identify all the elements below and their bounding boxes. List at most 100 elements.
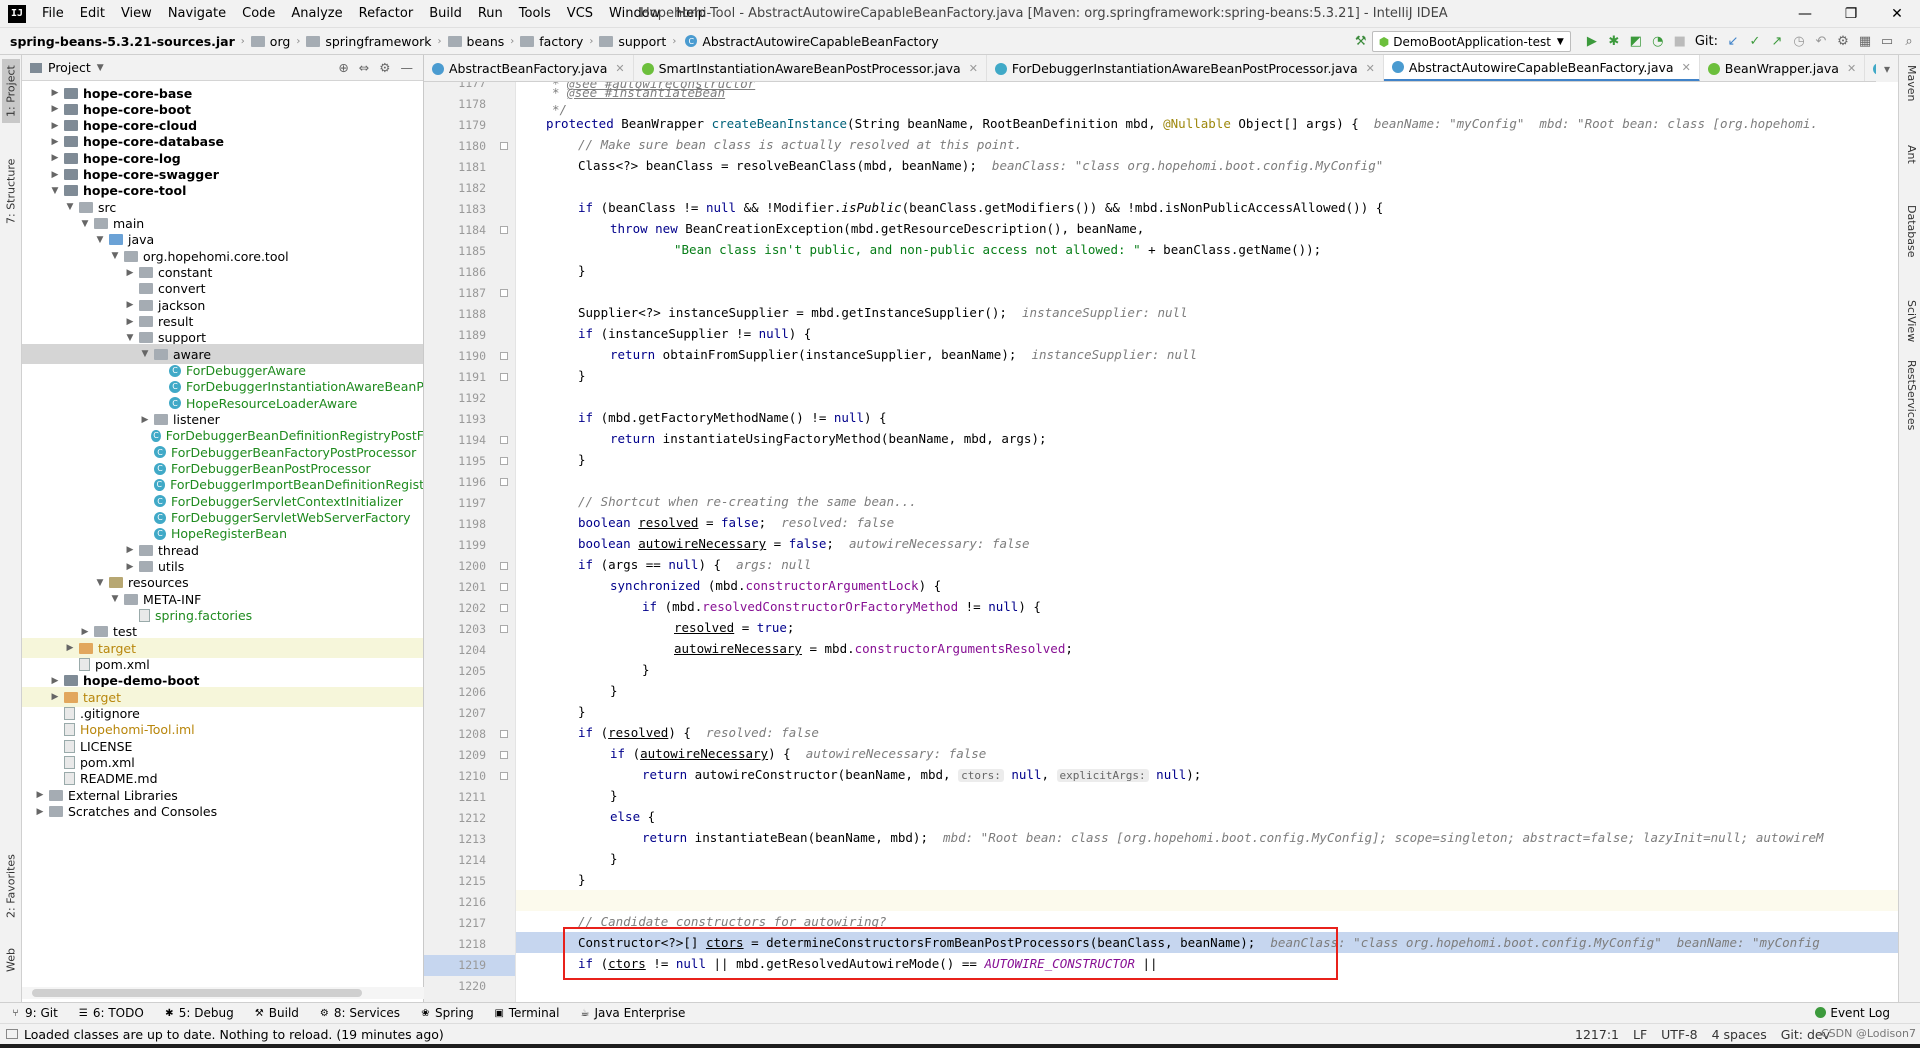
restore-button[interactable]: ❐ [1828, 0, 1874, 28]
line-number[interactable]: 1211 [424, 787, 486, 808]
breadcrumb-item[interactable]: spring-beans-5.3.21-sources.jar [10, 34, 235, 49]
fold-marker-icon[interactable] [500, 478, 508, 486]
collapsed-arrow-icon[interactable]: ▶ [34, 790, 46, 800]
fold-marker-icon[interactable] [500, 436, 508, 444]
collapsed-arrow-icon[interactable]: ▶ [124, 562, 136, 572]
line-number[interactable]: 1209 [424, 745, 486, 766]
fold-marker-icon[interactable] [500, 226, 508, 234]
fold-marker-icon[interactable] [500, 373, 508, 381]
editor-tab[interactable]: AbstractBeanFactory.java ✕ [424, 55, 634, 81]
line-number[interactable]: 1205 [424, 661, 486, 682]
line-number[interactable]: 1180 [424, 136, 486, 157]
line-number[interactable]: 1218 [424, 934, 486, 955]
close-tab-icon[interactable]: ✕ [969, 62, 978, 75]
tab-database[interactable]: Database [1902, 205, 1918, 258]
code-editor[interactable]: * @see #autowireConstructor * @see #inst… [516, 82, 1898, 1002]
line-number[interactable]: 1188 [424, 304, 486, 325]
expanded-arrow-icon[interactable]: ▼ [139, 349, 151, 359]
line-number[interactable]: 1208 [424, 724, 486, 745]
git-commit-icon[interactable]: ✓ [1744, 31, 1766, 53]
hide-panel-icon[interactable]: — [401, 60, 414, 75]
stop-icon[interactable]: ■ [1669, 31, 1691, 53]
tab-structure[interactable]: 7: Structure [2, 151, 20, 231]
breadcrumb-item[interactable]: org [270, 34, 291, 49]
line-number[interactable]: 1216 [424, 892, 486, 913]
debug-icon[interactable]: ✱ [1603, 31, 1625, 53]
settings-icon[interactable]: ⚙ [1832, 31, 1854, 53]
collapsed-arrow-icon[interactable]: ▶ [49, 104, 61, 114]
presentation-icon[interactable]: ▭ [1876, 31, 1898, 53]
line-number[interactable]: 1193 [424, 409, 486, 430]
fold-marker-icon[interactable] [500, 142, 508, 150]
collapsed-arrow-icon[interactable]: ▶ [124, 317, 136, 327]
expanded-arrow-icon[interactable]: ▼ [79, 219, 91, 229]
line-number[interactable]: 1181 [424, 157, 486, 178]
breadcrumb-item[interactable]: factory [539, 34, 583, 49]
close-button[interactable]: ✕ [1874, 0, 1920, 28]
line-number[interactable]: 1219 [424, 955, 486, 976]
line-number[interactable]: 1204 [424, 640, 486, 661]
expanded-arrow-icon[interactable]: ▼ [94, 578, 106, 588]
chevron-down-icon[interactable]: ▼ [97, 63, 104, 73]
fold-marker-icon[interactable] [500, 457, 508, 465]
git-update-icon[interactable]: ↙ [1722, 31, 1744, 53]
line-number[interactable]: 1217 [424, 913, 486, 934]
horizontal-scrollbar[interactable] [22, 987, 424, 999]
collapsed-arrow-icon[interactable]: ▶ [124, 545, 136, 555]
menu-navigate[interactable]: Navigate [160, 6, 234, 21]
tab-maven[interactable]: Maven [1902, 65, 1918, 101]
collapsed-arrow-icon[interactable]: ▶ [34, 807, 46, 817]
expanded-arrow-icon[interactable]: ▼ [124, 333, 136, 343]
bottom-tab[interactable]: ✱ 5: Debug [154, 1006, 244, 1020]
line-number[interactable]: 1177 [424, 82, 486, 94]
project-structure-icon[interactable]: ▦ [1854, 31, 1876, 53]
collapsed-arrow-icon[interactable]: ▶ [139, 415, 151, 425]
bottom-tab[interactable]: ❀ Spring [410, 1006, 484, 1020]
fold-marker-icon[interactable] [500, 772, 508, 780]
menu-edit[interactable]: Edit [72, 6, 113, 21]
minimize-button[interactable]: — [1782, 0, 1828, 28]
close-tab-icon[interactable]: ✕ [1847, 62, 1856, 75]
line-number[interactable]: 1215 [424, 871, 486, 892]
line-number[interactable]: 1207 [424, 703, 486, 724]
line-number[interactable]: 1202 [424, 598, 486, 619]
breadcrumb-item[interactable]: beans [467, 34, 505, 49]
expanded-arrow-icon[interactable]: ▼ [64, 202, 76, 212]
breadcrumb-item[interactable]: support [618, 34, 666, 49]
close-tab-icon[interactable]: ✕ [1682, 61, 1691, 74]
collapse-all-icon[interactable]: ⇔ [359, 60, 369, 75]
menu-file[interactable]: File [34, 6, 72, 21]
line-number[interactable]: 1186 [424, 262, 486, 283]
tab-overflow-icon[interactable]: ▾ [1876, 55, 1898, 82]
collapsed-arrow-icon[interactable]: ▶ [49, 137, 61, 147]
hammer-icon[interactable]: ⚒ [1350, 31, 1372, 53]
bottom-tab[interactable]: ▣ Terminal [484, 1006, 570, 1020]
menu-tools[interactable]: Tools [511, 6, 559, 21]
line-separator[interactable]: LF [1633, 1027, 1647, 1042]
menu-vcs[interactable]: VCS [559, 6, 601, 21]
git-push-icon[interactable]: ↗ [1766, 31, 1788, 53]
menu-view[interactable]: View [113, 6, 160, 21]
line-number[interactable]: 1189 [424, 325, 486, 346]
tab-project[interactable]: 1: Project [2, 59, 20, 123]
menu-analyze[interactable]: Analyze [283, 6, 350, 21]
expanded-arrow-icon[interactable]: ▼ [94, 235, 106, 245]
line-number[interactable]: 1197 [424, 493, 486, 514]
bottom-tab[interactable]: ⚙ 8: Services [309, 1006, 410, 1020]
fold-marker-icon[interactable] [500, 352, 508, 360]
bottom-tab[interactable]: ☰ 6: TODO [68, 1006, 154, 1020]
line-number[interactable]: 1191 [424, 367, 486, 388]
project-view-select[interactable]: Project [48, 60, 91, 75]
expanded-arrow-icon[interactable]: ▼ [109, 594, 121, 604]
collapsed-arrow-icon[interactable]: ▶ [79, 627, 91, 637]
line-number[interactable]: 1183 [424, 199, 486, 220]
collapsed-arrow-icon[interactable]: ▶ [49, 88, 61, 98]
bottom-tab[interactable]: ☕ Java Enterprise [569, 1006, 695, 1020]
line-number[interactable]: 1196 [424, 472, 486, 493]
tree-item[interactable]: ▶ Scratches and Consoles [22, 802, 423, 822]
line-number[interactable]: 1203 [424, 619, 486, 640]
collapsed-arrow-icon[interactable]: ▶ [49, 692, 61, 702]
close-tab-icon[interactable]: ✕ [615, 62, 624, 75]
collapsed-arrow-icon[interactable]: ▶ [124, 300, 136, 310]
close-tab-icon[interactable]: ✕ [1366, 62, 1375, 75]
